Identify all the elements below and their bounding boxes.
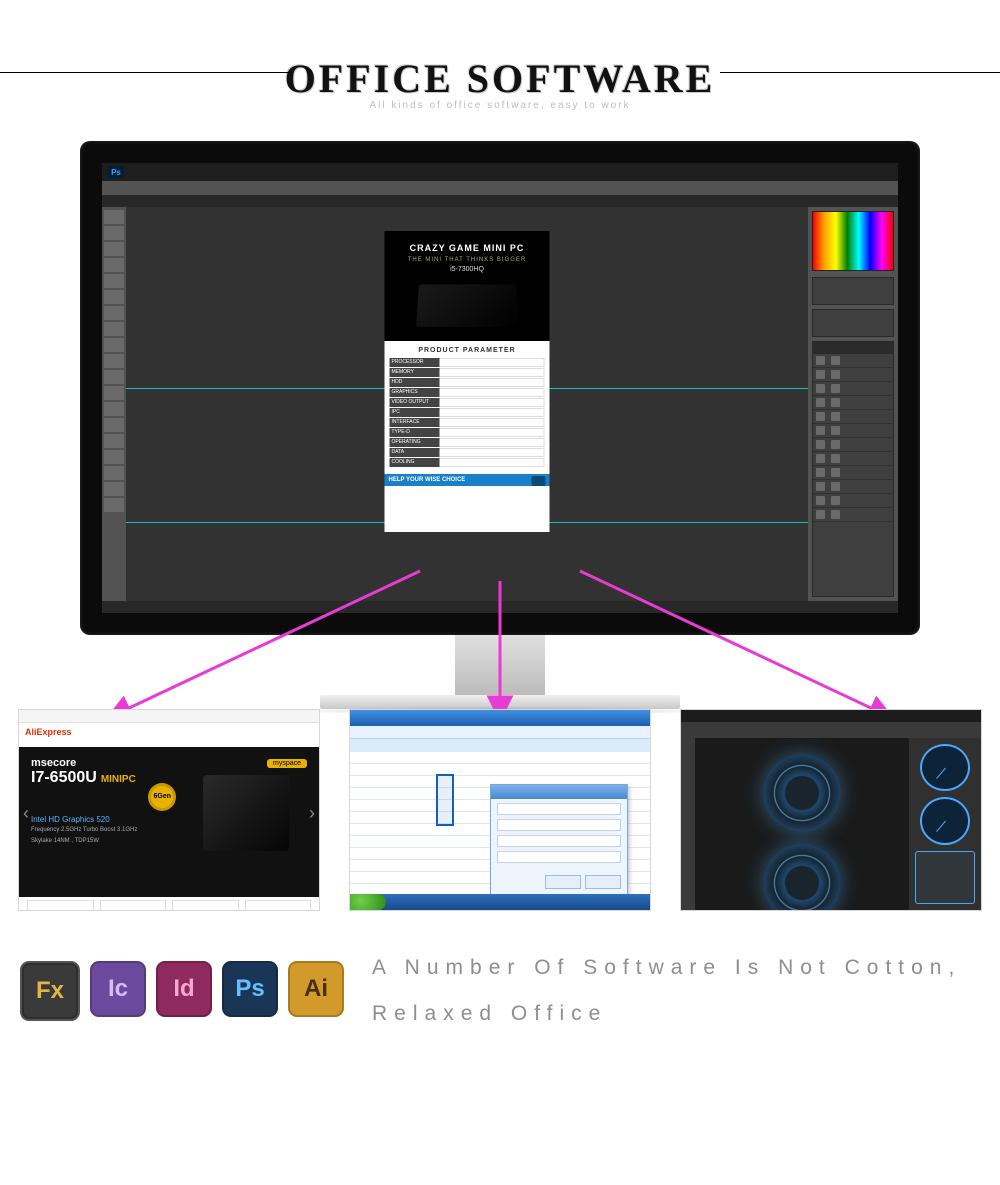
- thumbnail-design-tool: [680, 709, 982, 911]
- store-brand: msecore: [31, 757, 76, 769]
- dark-app-toolbar: [681, 722, 981, 738]
- adjustments-panel: [812, 277, 894, 305]
- spec-key: INTERFACE: [390, 418, 440, 427]
- ps-options-bar: [102, 181, 898, 195]
- tagline-line-2: Relaxed Office: [372, 991, 980, 1037]
- doc-title: CRAZY GAME MINI PC: [389, 243, 546, 253]
- product-headline: I7-6500UMINIPC: [31, 769, 140, 786]
- spec-key: HDD: [390, 378, 440, 387]
- series-chip: INTEL I5 SERIES: [100, 900, 167, 911]
- spec-key: DATA: [390, 448, 440, 457]
- monitor: Ps CRAZY GAME MINI PC: [80, 141, 920, 715]
- choice-banner-text: HELP YOUR WISE CHOICE: [389, 477, 466, 483]
- spec-key: OPERATING: [390, 438, 440, 447]
- doc-model: i5-7300HQ: [389, 266, 546, 273]
- page-title: OFFICE SOFTWARE: [0, 55, 1000, 102]
- ps-document: CRAZY GAME MINI PC THE MINI THAT THINKS …: [385, 231, 550, 532]
- excel-titlebar: [350, 710, 650, 726]
- site-logo: AliExpress: [25, 727, 72, 737]
- dark-app-side-panel: [909, 738, 981, 910]
- rule-left: [0, 72, 290, 73]
- store-pill: myspace: [267, 759, 307, 768]
- ps-status-bar: [102, 601, 898, 613]
- doc-footer-area: [385, 486, 550, 532]
- spec-key: VIDEO OUTPUT: [390, 398, 440, 407]
- dark-app-tools: [681, 738, 695, 910]
- spec-key: PROCESSOR: [390, 358, 440, 367]
- thumbnail-row: AliExpress msecore myspace ‹ › I7-6500UM…: [0, 709, 1000, 911]
- dark-app-titlebar: [681, 710, 981, 722]
- spec-key: IPC: [390, 408, 440, 417]
- clock-widget-icon: [920, 797, 970, 844]
- illustrator-app-icon: Ai: [288, 961, 344, 1017]
- doc-slogan: THE MINI THAT THINKS BIGGER: [389, 257, 546, 263]
- ps-panels: [808, 207, 898, 601]
- ps-canvas: CRAZY GAME MINI PC THE MINI THAT THINKS …: [126, 207, 808, 601]
- thumbnail-spreadsheet: [349, 709, 651, 911]
- ps-menu-items: [130, 168, 133, 177]
- properties-panel: [812, 309, 894, 337]
- hud-ring-graphic: [763, 844, 841, 911]
- spec-key: TYPE-D: [390, 428, 440, 437]
- mini-pc-image: [416, 284, 519, 327]
- footer: Fx Ic Id Ps Ai A Number Of Software Is N…: [0, 911, 1000, 1077]
- spec-key: COOLING: [390, 458, 440, 467]
- clock-widget-icon: [920, 744, 970, 791]
- incopy-app-icon: Ic: [90, 961, 146, 1017]
- intel-chip-icon: [532, 476, 546, 486]
- dark-app-canvas: [695, 738, 909, 910]
- photoshop-app-icon: Ps: [108, 166, 124, 178]
- excel-menubar: [350, 726, 650, 739]
- spec-heading: PRODUCT PARAMETER: [390, 347, 545, 354]
- dialog-box: [490, 784, 628, 896]
- layers-panel: [812, 341, 894, 597]
- indesign-app-icon: Id: [156, 961, 212, 1017]
- taskbar: [350, 894, 650, 910]
- color-swatch-panel: [812, 211, 894, 271]
- ps-menubar: Ps: [102, 163, 898, 181]
- choice-banner: HELP YOUR WISE CHOICE: [385, 474, 550, 486]
- rule-right: [720, 72, 1000, 73]
- series-chip: INTEL I7 SERIES: [27, 900, 94, 911]
- cell-selection: [436, 774, 454, 826]
- gen-badge: 6Gen: [148, 783, 176, 811]
- monitor-stand-neck: [455, 635, 545, 695]
- page-subtitle: All kinds of office software, easy to wo…: [0, 100, 1000, 111]
- section-heading: OFFICE SOFTWARE All kinds of office soft…: [0, 0, 1000, 141]
- photoshop-app-icon: Ps: [222, 961, 278, 1017]
- ps-tools-panel: [102, 207, 126, 601]
- ps-document-tab: [102, 195, 898, 207]
- series-chip: INTEL I5 SERIES: [172, 900, 239, 911]
- photoshop-window: Ps CRAZY GAME MINI PC: [102, 163, 898, 613]
- panel-slot: [915, 851, 975, 904]
- series-chip: INTL: [245, 900, 312, 911]
- spec-key: MEMORY: [390, 368, 440, 377]
- tagline-line-1: A Number Of Software Is Not Cotton,: [372, 945, 980, 991]
- tagline: A Number Of Software Is Not Cotton, Rela…: [372, 945, 980, 1037]
- chevron-right-icon: ›: [309, 803, 315, 824]
- spec-key: GRAPHICS: [390, 388, 440, 397]
- start-button-icon: [350, 894, 386, 910]
- adobe-icon-row: Fx Ic Id Ps Ai: [20, 961, 344, 1021]
- flex-app-icon: Fx: [20, 961, 80, 1021]
- monitor-bezel: Ps CRAZY GAME MINI PC: [80, 141, 920, 635]
- product-image: [203, 775, 289, 851]
- chevron-left-icon: ‹: [23, 803, 29, 824]
- hud-ring-graphic: [763, 754, 841, 832]
- thumbnail-browser: AliExpress msecore myspace ‹ › I7-6500UM…: [18, 709, 320, 911]
